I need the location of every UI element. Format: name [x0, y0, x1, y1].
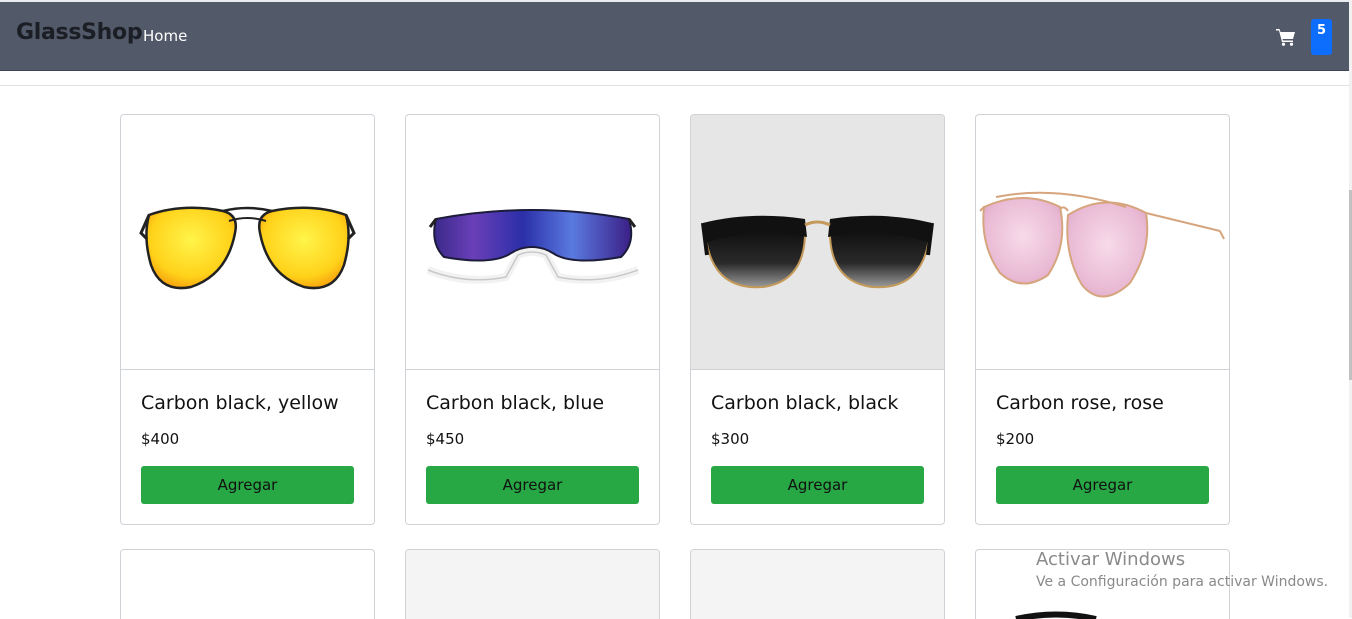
sport-sunglasses-image	[426, 209, 640, 284]
add-to-cart-button[interactable]: Agregar	[141, 466, 354, 504]
product-title: Carbon black, blue	[426, 392, 605, 414]
product-price: $450	[426, 430, 465, 448]
nav-link-home[interactable]: Home	[143, 27, 187, 45]
divider	[0, 85, 1349, 86]
product-image	[976, 115, 1229, 370]
product-price: $400	[141, 430, 180, 448]
clubmaster-sunglasses-image	[701, 215, 934, 289]
shopping-cart-icon[interactable]	[1276, 28, 1296, 46]
product-card-partial	[120, 549, 375, 619]
product-image	[121, 550, 374, 619]
product-card-partial	[690, 549, 945, 619]
add-to-cart-button[interactable]: Agregar	[711, 466, 924, 504]
product-title: Carbon black, yellow	[141, 392, 339, 414]
product-card-partial	[405, 549, 660, 619]
add-to-cart-button[interactable]: Agregar	[996, 466, 1209, 504]
product-title: Carbon rose, rose	[996, 392, 1164, 414]
cat-eye-sunglasses-image	[979, 191, 1225, 298]
brand-logo[interactable]: GlassShop	[16, 20, 143, 45]
sunglasses-image-partial	[1015, 611, 1097, 619]
product-card: Carbon black, black $300 Agregar	[690, 114, 945, 525]
product-image	[691, 115, 944, 370]
product-image	[406, 550, 659, 619]
navbar: GlassShop Home 5	[0, 2, 1349, 71]
product-price: $300	[711, 430, 750, 448]
product-card: Carbon black, yellow $400 Agregar	[120, 114, 375, 525]
product-image	[121, 115, 374, 370]
cart-count-badge[interactable]: 5	[1311, 19, 1332, 55]
product-card-partial	[975, 549, 1230, 619]
product-image	[691, 550, 944, 619]
add-to-cart-button[interactable]: Agregar	[426, 466, 639, 504]
aviator-sunglasses-image	[139, 206, 356, 290]
product-image	[406, 115, 659, 370]
product-card: Carbon black, blue $450 Agregar	[405, 114, 660, 525]
product-title: Carbon black, black	[711, 392, 899, 414]
product-image	[976, 550, 1229, 619]
product-card: Carbon rose, rose $200 Agregar	[975, 114, 1230, 525]
product-price: $200	[996, 430, 1035, 448]
